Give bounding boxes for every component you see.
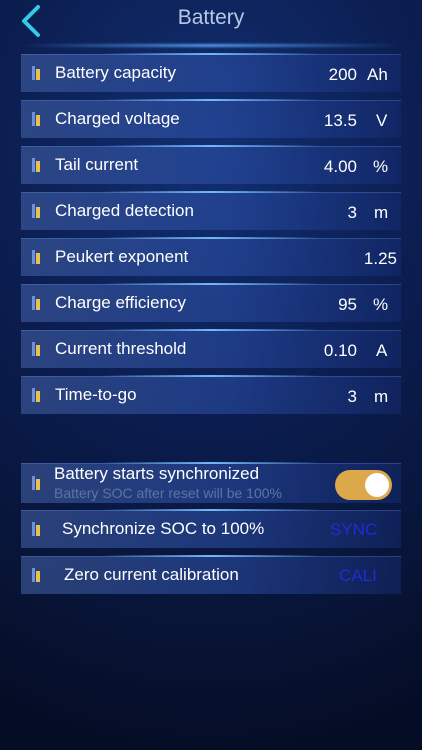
toggle-knob: [365, 473, 389, 497]
setting-value: 3: [347, 387, 357, 406]
setting-row-current-threshold[interactable]: Current threshold 0.10 A: [21, 329, 401, 368]
setting-value: 1.25: [363, 249, 397, 268]
setting-label: Current threshold: [55, 339, 187, 358]
setting-unit: m: [374, 203, 389, 222]
setting-value: 4.00: [323, 157, 357, 176]
bullet-icon: [32, 476, 40, 490]
action-row-synchronize-soc: Synchronize SOC to 100% SYNC: [21, 509, 401, 548]
toggle-sublabel: Battery SOC after reset will be 100%: [54, 485, 282, 501]
action-row-zero-current-calibration: Zero current calibration CALI: [21, 555, 401, 594]
toggle-label: Battery starts synchronized: [54, 464, 260, 483]
bullet-icon: [32, 204, 40, 218]
setting-unit: Ah: [367, 65, 388, 84]
setting-label: Charge efficiency: [55, 293, 187, 312]
setting-unit: %: [373, 157, 389, 176]
bullet-icon: [32, 342, 40, 356]
setting-row-peukert-exponent[interactable]: Peukert exponent 1.25: [21, 237, 401, 276]
setting-value: 3: [347, 203, 357, 222]
setting-label: Time-to-go: [55, 385, 137, 404]
sync-button[interactable]: SYNC: [330, 520, 377, 540]
setting-row-battery-capacity[interactable]: Battery capacity 200 Ah: [21, 53, 401, 92]
bullet-icon: [32, 66, 40, 80]
sync-toggle[interactable]: [335, 470, 392, 500]
setting-unit: A: [376, 341, 388, 360]
setting-value: 200: [328, 65, 357, 84]
setting-row-time-to-go[interactable]: Time-to-go 3 m: [21, 375, 401, 414]
setting-label: Charged detection: [55, 201, 194, 220]
setting-label: Battery capacity: [55, 63, 176, 82]
setting-label: Charged voltage: [55, 109, 180, 128]
setting-label: Tail current: [55, 155, 139, 174]
bullet-icon: [32, 250, 40, 264]
bullet-icon: [32, 158, 40, 172]
page-title: Battery: [177, 6, 245, 29]
header: Battery: [0, 0, 422, 40]
setting-unit: %: [373, 295, 389, 314]
setting-row-tail-current[interactable]: Tail current 4.00 %: [21, 145, 401, 184]
action-label: Zero current calibration: [64, 565, 239, 584]
setting-unit: V: [376, 111, 388, 130]
setting-value: 95: [338, 295, 357, 314]
bullet-icon: [32, 112, 40, 126]
setting-label: Peukert exponent: [55, 247, 189, 266]
setting-row-charged-detection[interactable]: Charged detection 3 m: [21, 191, 401, 230]
bullet-icon: [32, 296, 40, 310]
cali-button[interactable]: CALI: [339, 566, 377, 586]
setting-value: 0.10: [323, 341, 357, 360]
bullet-icon: [32, 522, 40, 536]
action-label: Synchronize SOC to 100%: [62, 519, 265, 538]
setting-value: 13.5: [323, 111, 357, 130]
setting-row-charge-efficiency[interactable]: Charge efficiency 95 %: [21, 283, 401, 322]
header-divider: [20, 44, 400, 47]
setting-row-battery-starts-synchronized: Battery starts synchronized Battery SOC …: [21, 462, 401, 503]
setting-unit: m: [374, 387, 389, 406]
setting-row-charged-voltage[interactable]: Charged voltage 13.5 V: [21, 99, 401, 138]
bullet-icon: [32, 388, 40, 402]
bullet-icon: [32, 568, 40, 582]
